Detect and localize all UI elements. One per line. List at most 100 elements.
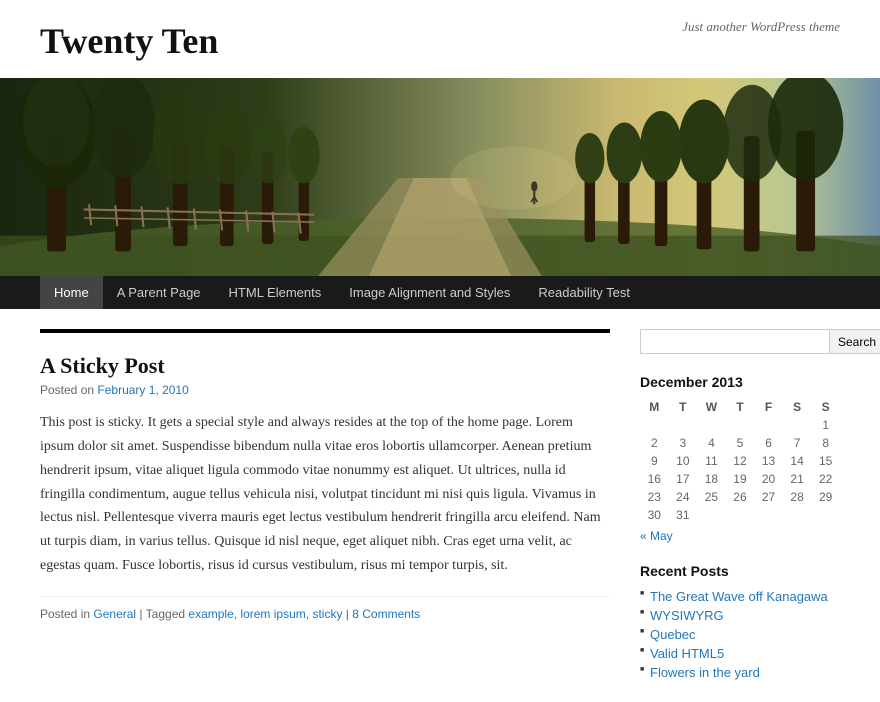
cal-day: 13: [754, 452, 783, 470]
search-box: Search: [640, 329, 840, 354]
nav-item-image[interactable]: Image Alignment and Styles: [335, 276, 524, 309]
cal-header-s2: S: [811, 398, 840, 416]
nav-link-readability[interactable]: Readability Test: [524, 276, 644, 309]
cal-header-t2: T: [726, 398, 755, 416]
cal-day: 20: [754, 470, 783, 488]
nav-item-home[interactable]: Home: [40, 276, 103, 309]
hero-banner: [0, 78, 880, 276]
calendar-title: December 2013: [640, 374, 840, 390]
cal-day: [669, 416, 698, 434]
cal-header-t1: T: [669, 398, 698, 416]
nav-item-readability[interactable]: Readability Test: [524, 276, 644, 309]
cal-day: 30: [640, 506, 669, 524]
cal-day: 4: [697, 434, 726, 452]
cal-day: [640, 416, 669, 434]
cal-day: [697, 506, 726, 524]
cal-day: 7: [783, 434, 812, 452]
cal-day: 9: [640, 452, 669, 470]
recent-post-item: WYSIWYRG: [640, 606, 840, 625]
main-nav: Home A Parent Page HTML Elements Image A…: [0, 276, 880, 309]
cal-day: 17: [669, 470, 698, 488]
posted-in-label: Posted in: [40, 607, 90, 621]
cal-day: 23: [640, 488, 669, 506]
nav-item-parent[interactable]: A Parent Page: [103, 276, 215, 309]
post-footer: Posted in General | Tagged example, lore…: [40, 596, 610, 621]
recent-post-link[interactable]: Valid HTML5: [650, 646, 724, 661]
nav-link-home[interactable]: Home: [40, 276, 103, 309]
sidebar: Search December 2013 M T W T F S S: [640, 329, 840, 682]
cal-day: 28: [783, 488, 812, 506]
tag-lorem[interactable]: lorem ipsum: [240, 607, 305, 621]
cal-day: [697, 416, 726, 434]
cal-day: [811, 506, 840, 524]
recent-post-item: Quebec: [640, 625, 840, 644]
post: A Sticky Post Posted on February 1, 2010…: [40, 329, 610, 621]
cal-day: 24: [669, 488, 698, 506]
post-content: This post is sticky. It gets a special s…: [40, 411, 610, 578]
cal-day: [783, 506, 812, 524]
cal-day: [726, 506, 755, 524]
calendar-widget: December 2013 M T W T F S S: [640, 374, 840, 543]
cal-day: 14: [783, 452, 812, 470]
site-description: Just another WordPress theme: [682, 19, 840, 35]
cal-day: 11: [697, 452, 726, 470]
post-category-link[interactable]: General: [93, 607, 136, 621]
cal-day: 12: [726, 452, 755, 470]
post-date: Posted on February 1, 2010: [40, 383, 610, 397]
cal-day: 22: [811, 470, 840, 488]
main-content: A Sticky Post Posted on February 1, 2010…: [40, 329, 610, 682]
calendar-table: M T W T F S S 12345678910111213141516171…: [640, 398, 840, 524]
cal-day: 25: [697, 488, 726, 506]
cal-day: 10: [669, 452, 698, 470]
tag-sticky[interactable]: sticky: [312, 607, 342, 621]
site-header: Twenty Ten Just another WordPress theme: [0, 0, 880, 78]
cal-day: 29: [811, 488, 840, 506]
cal-day: 31: [669, 506, 698, 524]
tagged-label: Tagged: [146, 607, 185, 621]
nav-link-parent[interactable]: A Parent Page: [103, 276, 215, 309]
cal-day: 21: [783, 470, 812, 488]
nav-link-image[interactable]: Image Alignment and Styles: [335, 276, 524, 309]
recent-post-item: Valid HTML5: [640, 644, 840, 663]
cal-day: [783, 416, 812, 434]
recent-post-link[interactable]: Quebec: [650, 627, 696, 642]
recent-posts-widget: Recent Posts The Great Wave off Kanagawa…: [640, 563, 840, 682]
post-body: This post is sticky. It gets a special s…: [40, 411, 610, 578]
cal-day: 18: [697, 470, 726, 488]
cal-header-s1: S: [783, 398, 812, 416]
nav-link-html[interactable]: HTML Elements: [215, 276, 336, 309]
cal-day: 26: [726, 488, 755, 506]
recent-post-link[interactable]: Flowers in the yard: [650, 665, 760, 680]
cal-day: [754, 416, 783, 434]
post-date-link[interactable]: February 1, 2010: [97, 383, 188, 397]
recent-post-link[interactable]: WYSIWYRG: [650, 608, 724, 623]
recent-post-link[interactable]: The Great Wave off Kanagawa: [650, 589, 828, 604]
cal-day: 19: [726, 470, 755, 488]
tag-example[interactable]: example: [188, 607, 233, 621]
cal-day: 5: [726, 434, 755, 452]
recent-posts-list: The Great Wave off Kanagawa WYSIWYRG Quebe…: [640, 587, 840, 682]
cal-header-m: M: [640, 398, 669, 416]
cal-day: 8: [811, 434, 840, 452]
cal-day: [754, 506, 783, 524]
cal-day: 6: [754, 434, 783, 452]
cal-day: 1: [811, 416, 840, 434]
cal-day: 15: [811, 452, 840, 470]
nav-item-html[interactable]: HTML Elements: [215, 276, 336, 309]
cal-header-w: W: [697, 398, 726, 416]
cal-day: 2: [640, 434, 669, 452]
recent-post-item: The Great Wave off Kanagawa: [640, 587, 840, 606]
posted-on-label: Posted on: [40, 383, 94, 397]
calendar-prev-link[interactable]: « May: [640, 529, 673, 543]
cal-day: 3: [669, 434, 698, 452]
cal-header-f: F: [754, 398, 783, 416]
cal-day: 16: [640, 470, 669, 488]
post-title: A Sticky Post: [40, 353, 610, 379]
cal-day: [726, 416, 755, 434]
cal-day: 27: [754, 488, 783, 506]
post-comments-link[interactable]: 8 Comments: [352, 607, 420, 621]
search-button[interactable]: Search: [830, 329, 880, 354]
search-input[interactable]: [640, 329, 830, 354]
recent-posts-title: Recent Posts: [640, 563, 840, 579]
recent-post-item: Flowers in the yard: [640, 663, 840, 682]
